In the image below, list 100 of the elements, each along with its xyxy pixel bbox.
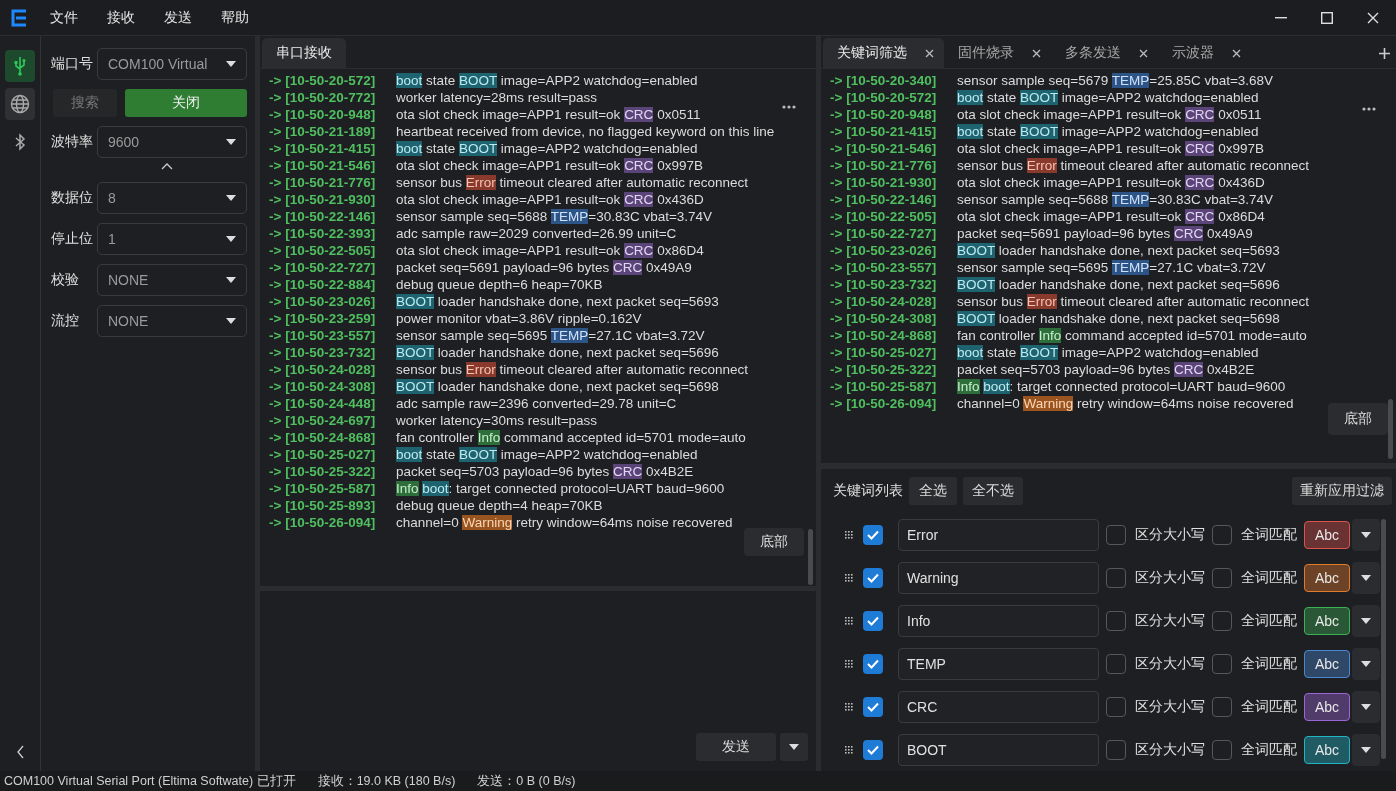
menu-item[interactable]: 发送 xyxy=(164,8,192,27)
log-timestamp: -> [10-50-22-884] xyxy=(269,277,377,292)
drag-handle-icon[interactable] xyxy=(845,746,853,754)
whole-word-checkbox[interactable] xyxy=(1212,740,1232,760)
baud-select[interactable]: 9600 xyxy=(97,126,247,158)
whole-word-checkbox[interactable] xyxy=(1212,697,1232,717)
tool-tab[interactable]: 示波器 xyxy=(1158,38,1251,68)
reapply-filter-button[interactable]: 重新应用过滤 xyxy=(1292,477,1392,505)
send-options-button[interactable] xyxy=(780,733,808,761)
log-message: sensor sample seq=5695 TEMP=27.1C vbat=3.72V xyxy=(957,260,1266,275)
keyword-checkbox[interactable] xyxy=(863,525,883,545)
case-sensitive-checkbox[interactable] xyxy=(1106,654,1126,674)
port-select[interactable]: COM100 Virtual xyxy=(97,48,247,80)
drag-handle-icon[interactable] xyxy=(845,617,853,625)
scrollbar[interactable] xyxy=(1381,519,1386,759)
log-message: sensor sample seq=5695 TEMP=27.1C vbat=3.72V xyxy=(396,328,705,343)
drag-handle-icon[interactable] xyxy=(845,574,853,582)
keyword-field[interactable]: Info xyxy=(898,605,1099,637)
add-tab-icon[interactable] xyxy=(1379,48,1390,59)
close-port-button[interactable]: 关闭 xyxy=(125,89,247,117)
log-message: BOOT loader handshake done, next packet seq=5693 xyxy=(396,294,719,309)
highlight-color-button[interactable]: Abc xyxy=(1304,693,1350,721)
case-sensitive-checkbox[interactable] xyxy=(1106,740,1126,760)
highlight-color-button[interactable]: Abc xyxy=(1304,564,1350,592)
sidebar-tab[interactable] xyxy=(5,88,35,120)
log-message: sensor sample seq=5688 TEMP=30.83C vbat=3.74V xyxy=(957,192,1274,207)
color-dropdown-button[interactable] xyxy=(1352,519,1380,551)
whole-word-checkbox[interactable] xyxy=(1212,525,1232,545)
whole-word-checkbox[interactable] xyxy=(1212,611,1232,631)
color-dropdown-button[interactable] xyxy=(1352,648,1380,680)
chevron-up-icon[interactable] xyxy=(161,163,173,170)
setting-select[interactable]: NONE xyxy=(97,305,247,337)
select-none-button[interactable]: 全不选 xyxy=(963,477,1023,505)
caret-icon xyxy=(1361,661,1371,667)
scroll-bottom-button[interactable]: 底部 xyxy=(1328,403,1388,435)
keyword-checkbox[interactable] xyxy=(863,697,883,717)
close-icon[interactable] xyxy=(925,48,934,58)
menu-item[interactable]: 接收 xyxy=(107,8,135,27)
log-message: sensor bus Error timeout cleared after automatic reconnect xyxy=(957,158,1309,173)
log-timestamp: -> [10-50-21-415] xyxy=(269,141,377,156)
highlight-color-button[interactable]: Abc xyxy=(1304,607,1350,635)
log-timestamp: -> [10-50-24-028] xyxy=(830,294,938,309)
case-sensitive-checkbox[interactable] xyxy=(1106,568,1126,588)
log-timestamp: -> [10-50-21-189] xyxy=(269,124,377,139)
drag-handle-icon[interactable] xyxy=(845,531,853,539)
keyword-checkbox[interactable] xyxy=(863,740,883,760)
setting-select[interactable]: 8 xyxy=(97,182,247,214)
log-message: boot state BOOT image=APP2 watchdog=enabled xyxy=(396,73,698,88)
color-dropdown-button[interactable] xyxy=(1352,562,1380,594)
bluetooth-icon xyxy=(14,133,26,151)
close-icon[interactable] xyxy=(1139,48,1148,58)
receive-tab[interactable]: 串口接收 xyxy=(262,38,346,68)
close-icon[interactable] xyxy=(1232,48,1241,58)
send-button[interactable]: 发送 xyxy=(696,733,776,761)
color-dropdown-button[interactable] xyxy=(1352,734,1380,766)
log-timestamp: -> [10-50-24-868] xyxy=(269,430,377,445)
collapse-icon[interactable] xyxy=(16,745,24,759)
highlight-color-button[interactable]: Abc xyxy=(1304,521,1350,549)
keyword-field[interactable]: Error xyxy=(898,519,1099,551)
setting-select[interactable]: 1 xyxy=(97,223,247,255)
color-dropdown-button[interactable] xyxy=(1352,691,1380,723)
select-all-button[interactable]: 全选 xyxy=(909,477,957,505)
keyword-checkbox[interactable] xyxy=(863,654,883,674)
scroll-bottom-button[interactable]: 底部 xyxy=(744,528,804,556)
case-sensitive-checkbox[interactable] xyxy=(1106,697,1126,717)
caret-icon xyxy=(226,236,236,242)
color-dropdown-button[interactable] xyxy=(1352,605,1380,637)
keyword-field[interactable]: CRC xyxy=(898,691,1099,723)
keyword-field[interactable]: BOOT xyxy=(898,734,1099,766)
setting-select[interactable]: NONE xyxy=(97,264,247,296)
case-sensitive-checkbox[interactable] xyxy=(1106,611,1126,631)
highlight-color-button[interactable]: Abc xyxy=(1304,736,1350,764)
more-icon[interactable] xyxy=(1362,107,1376,111)
sidebar-tab[interactable] xyxy=(5,50,35,82)
tool-tab[interactable]: 固件烧录 xyxy=(944,38,1051,68)
scrollbar[interactable] xyxy=(808,529,813,585)
drag-handle-icon[interactable] xyxy=(845,703,853,711)
whole-word-checkbox[interactable] xyxy=(1212,568,1232,588)
whole-word-checkbox[interactable] xyxy=(1212,654,1232,674)
log-message: sensor sample seq=5679 TEMP=25.85C vbat=3.68V xyxy=(957,73,1274,88)
more-icon[interactable] xyxy=(782,105,796,109)
drag-handle-icon[interactable] xyxy=(845,660,853,668)
keyword-field[interactable]: TEMP xyxy=(898,648,1099,680)
scrollbar[interactable] xyxy=(1388,399,1393,459)
caret-icon xyxy=(226,61,236,67)
menu-item[interactable]: 帮助 xyxy=(221,8,249,27)
case-sensitive-checkbox[interactable] xyxy=(1106,525,1126,545)
status-text: 接收：19.0 KB (180 B/s) xyxy=(317,772,456,790)
close-icon[interactable] xyxy=(1032,48,1041,58)
keyword-checkbox[interactable] xyxy=(863,568,883,588)
log-message: fan controller Info command accepted id=5701 mode=auto xyxy=(957,328,1307,343)
option-label: 全词匹配 xyxy=(1241,569,1297,587)
log-timestamp: -> [10-50-24-308] xyxy=(269,379,377,394)
tool-tab[interactable]: 关键词筛选 xyxy=(823,38,944,68)
highlight-color-button[interactable]: Abc xyxy=(1304,650,1350,678)
menu-item[interactable]: 文件 xyxy=(50,8,78,27)
keyword-field[interactable]: Warning xyxy=(898,562,1099,594)
keyword-checkbox[interactable] xyxy=(863,611,883,631)
log-timestamp: -> [10-50-21-776] xyxy=(269,175,377,190)
tool-tab[interactable]: 多条发送 xyxy=(1051,38,1158,68)
